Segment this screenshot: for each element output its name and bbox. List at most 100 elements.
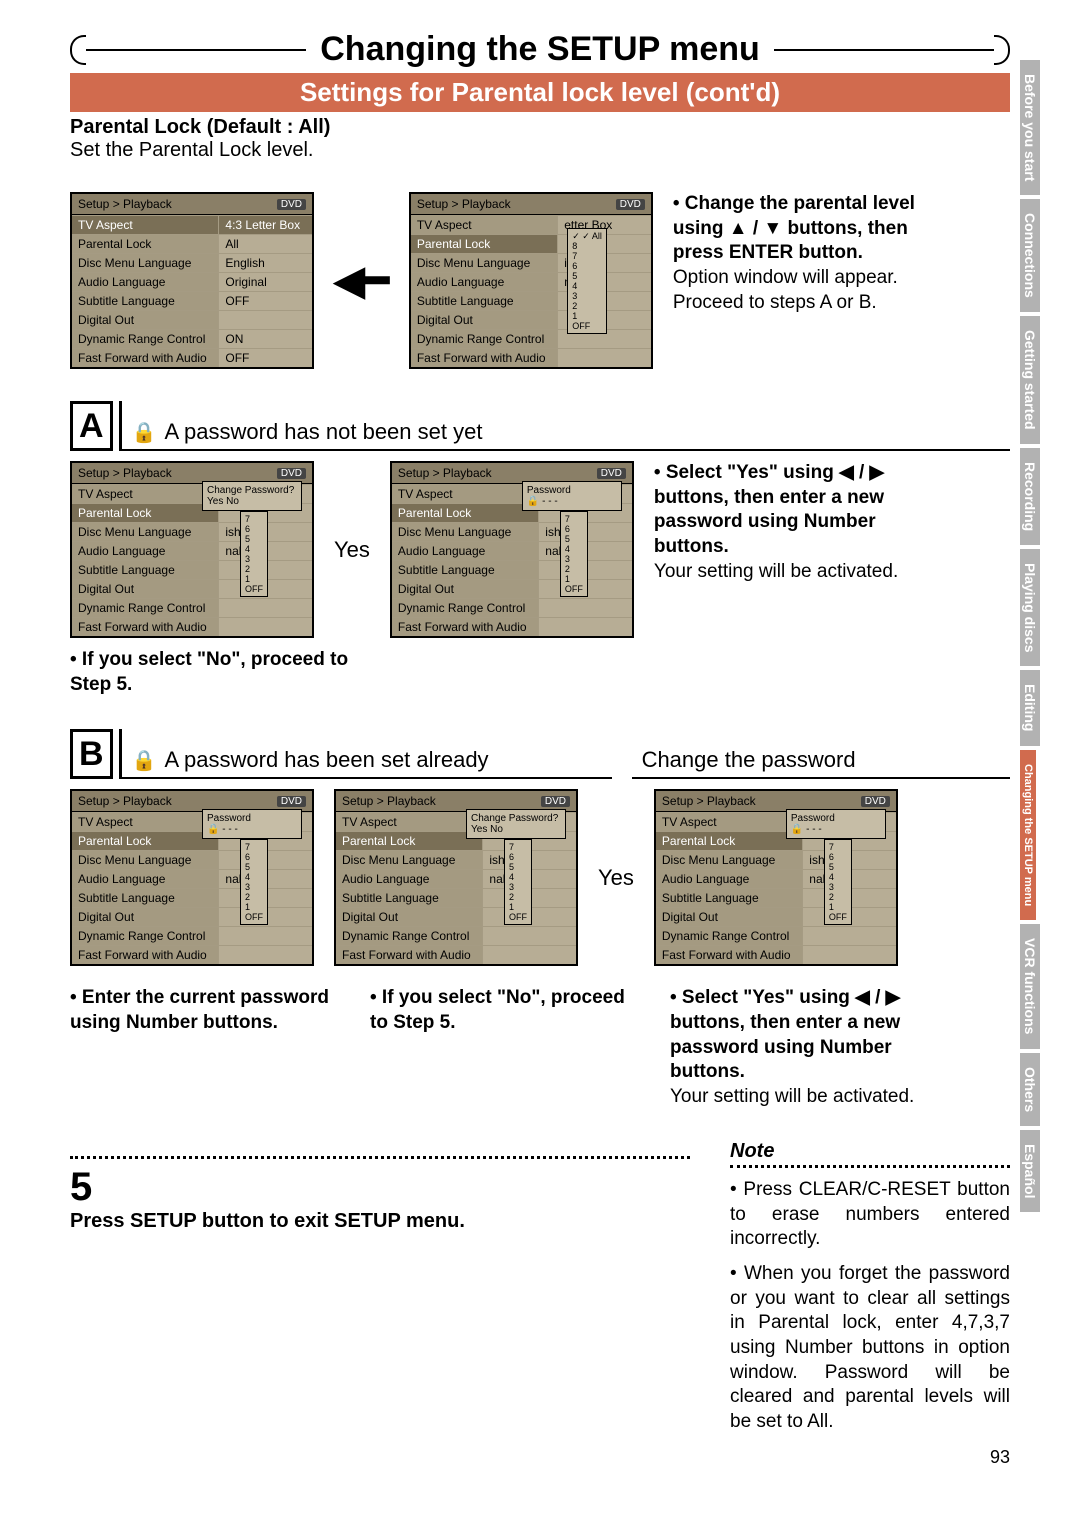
menu-row-value (558, 349, 651, 367)
option[interactable]: 8 (572, 241, 602, 251)
option[interactable]: 2 (829, 892, 847, 902)
options-popup: 7 6 5 4 3 2 1 OFF (504, 839, 532, 925)
option[interactable]: 3 (509, 882, 527, 892)
menu-row-label: Parental Lock (72, 504, 219, 522)
option[interactable]: 7 (245, 842, 263, 852)
breadcrumb: Setup > Playback (78, 466, 172, 480)
option[interactable]: 7 (509, 842, 527, 852)
tab-changing-setup-menu[interactable]: Changing the SETUP menu (1020, 750, 1036, 920)
password-mask[interactable]: 🔒 - - - (527, 496, 617, 507)
option[interactable]: 3 (245, 554, 263, 564)
option[interactable]: OFF (829, 912, 847, 922)
tab-editing[interactable]: Editing (1020, 670, 1040, 745)
menu-row-label: Subtitle Language (72, 561, 219, 579)
note-heading: Note (730, 1140, 1010, 1168)
option[interactable]: 6 (509, 852, 527, 862)
section-b-caption-2: • If you select "No", proceed to Step 5. (370, 986, 630, 1035)
option[interactable]: 7 (245, 514, 263, 524)
step-number-5: 5 (70, 1165, 690, 1210)
option[interactable]: 7 (572, 251, 602, 261)
option[interactable]: 2 (565, 564, 583, 574)
option[interactable]: 1 (245, 574, 263, 584)
option[interactable]: 2 (245, 892, 263, 902)
option[interactable]: 3 (829, 882, 847, 892)
tab-getting-started[interactable]: Getting started (1020, 316, 1040, 444)
option[interactable]: 1 (829, 902, 847, 912)
menu-row-label: Parental Lock (72, 235, 219, 253)
option[interactable]: 2 (245, 564, 263, 574)
option[interactable]: 1 (572, 311, 602, 321)
menu-row-value (803, 927, 896, 945)
option[interactable]: 5 (572, 271, 602, 281)
tab-playing-discs[interactable]: Playing discs (1020, 549, 1040, 666)
tab-others[interactable]: Others (1020, 1053, 1040, 1126)
option[interactable]: 2 (572, 301, 602, 311)
option[interactable]: OFF (245, 584, 263, 594)
page-subtitle: Settings for Parental lock level (cont'd… (70, 73, 1010, 112)
tab-vcr-functions[interactable]: VCR functions (1020, 924, 1040, 1048)
option[interactable]: 6 (829, 852, 847, 862)
option[interactable]: 7 (565, 514, 583, 524)
option[interactable]: 3 (572, 291, 602, 301)
menu-row-value (803, 946, 896, 964)
option[interactable]: 6 (572, 261, 602, 271)
menu-row-label: Digital Out (392, 580, 539, 598)
option[interactable]: OFF (509, 912, 527, 922)
option[interactable]: OFF (565, 584, 583, 594)
option[interactable]: 7 (829, 842, 847, 852)
note-bullet-1: • Press CLEAR/C-RESET button to erase nu… (730, 1178, 1010, 1252)
option[interactable]: 4 (245, 544, 263, 554)
tab-espanol[interactable]: Español (1020, 1130, 1040, 1212)
option[interactable]: 4 (829, 872, 847, 882)
menu-row-label: Dynamic Range Control (336, 927, 483, 945)
menu-row-label: Fast Forward with Audio (72, 946, 219, 964)
option[interactable]: 1 (565, 574, 583, 584)
option[interactable]: 5 (565, 534, 583, 544)
option[interactable]: 4 (572, 281, 602, 291)
menu-row-label: Parental Lock (392, 504, 539, 522)
popup-options[interactable]: Yes No (471, 824, 561, 835)
option[interactable]: 6 (245, 524, 263, 534)
tab-recording[interactable]: Recording (1020, 448, 1040, 545)
option[interactable]: 5 (245, 862, 263, 872)
tab-connections[interactable]: Connections (1020, 199, 1040, 312)
dvd-badge: DVD (277, 796, 306, 807)
option[interactable]: 5 (829, 862, 847, 872)
menu-row-label: Dynamic Range Control (72, 599, 219, 617)
option[interactable]: OFF (572, 321, 602, 331)
menu-row-label: Subtitle Language (72, 889, 219, 907)
setup-menu-default: Setup > PlaybackDVD TV Aspect4:3 Letter … (70, 192, 314, 369)
instruction-bold: • Select "Yes" using ◀ / ▶ buttons, then… (654, 461, 934, 560)
option[interactable]: 2 (509, 892, 527, 902)
option[interactable]: 6 (245, 852, 263, 862)
option[interactable]: 1 (245, 902, 263, 912)
option[interactable]: ✓ All (572, 231, 602, 241)
option[interactable]: 6 (565, 524, 583, 534)
menu-row-label: Fast Forward with Audio (72, 349, 219, 367)
password-mask[interactable]: 🔒 - - - (791, 824, 881, 835)
option[interactable]: 3 (245, 882, 263, 892)
popup-options[interactable]: Yes No (207, 496, 297, 507)
option[interactable]: OFF (245, 912, 263, 922)
menu-row-value (219, 618, 312, 636)
section-a-menu-password: Setup > PlaybackDVD TV Aspect Parental L… (390, 461, 634, 638)
option[interactable]: 4 (245, 872, 263, 882)
option[interactable]: 4 (565, 544, 583, 554)
section-b-caption-3-bold: • Select "Yes" using ◀ / ▶ buttons, then… (670, 986, 970, 1085)
menu-row-label: Disc Menu Language (72, 254, 219, 272)
menu-row-value: Original (219, 273, 312, 291)
option[interactable]: 3 (565, 554, 583, 564)
option[interactable]: 1 (509, 902, 527, 912)
change-password-popup: Change Password? Yes No (202, 481, 302, 511)
menu-row-label: Parental Lock (72, 832, 219, 850)
header-brace: Changing the SETUP menu (70, 30, 1010, 69)
option[interactable]: 5 (245, 534, 263, 544)
menu-row-label: Dynamic Range Control (392, 599, 539, 617)
menu-row-label: Disc Menu Language (392, 523, 539, 541)
menu-row-label: TV Aspect (72, 813, 219, 831)
option[interactable]: 4 (509, 872, 527, 882)
tab-before-you-start[interactable]: Before you start (1020, 60, 1040, 195)
intro-heading: Parental Lock (Default : All) (70, 116, 1010, 139)
option[interactable]: 5 (509, 862, 527, 872)
password-mask[interactable]: 🔒 - - - (207, 824, 297, 835)
